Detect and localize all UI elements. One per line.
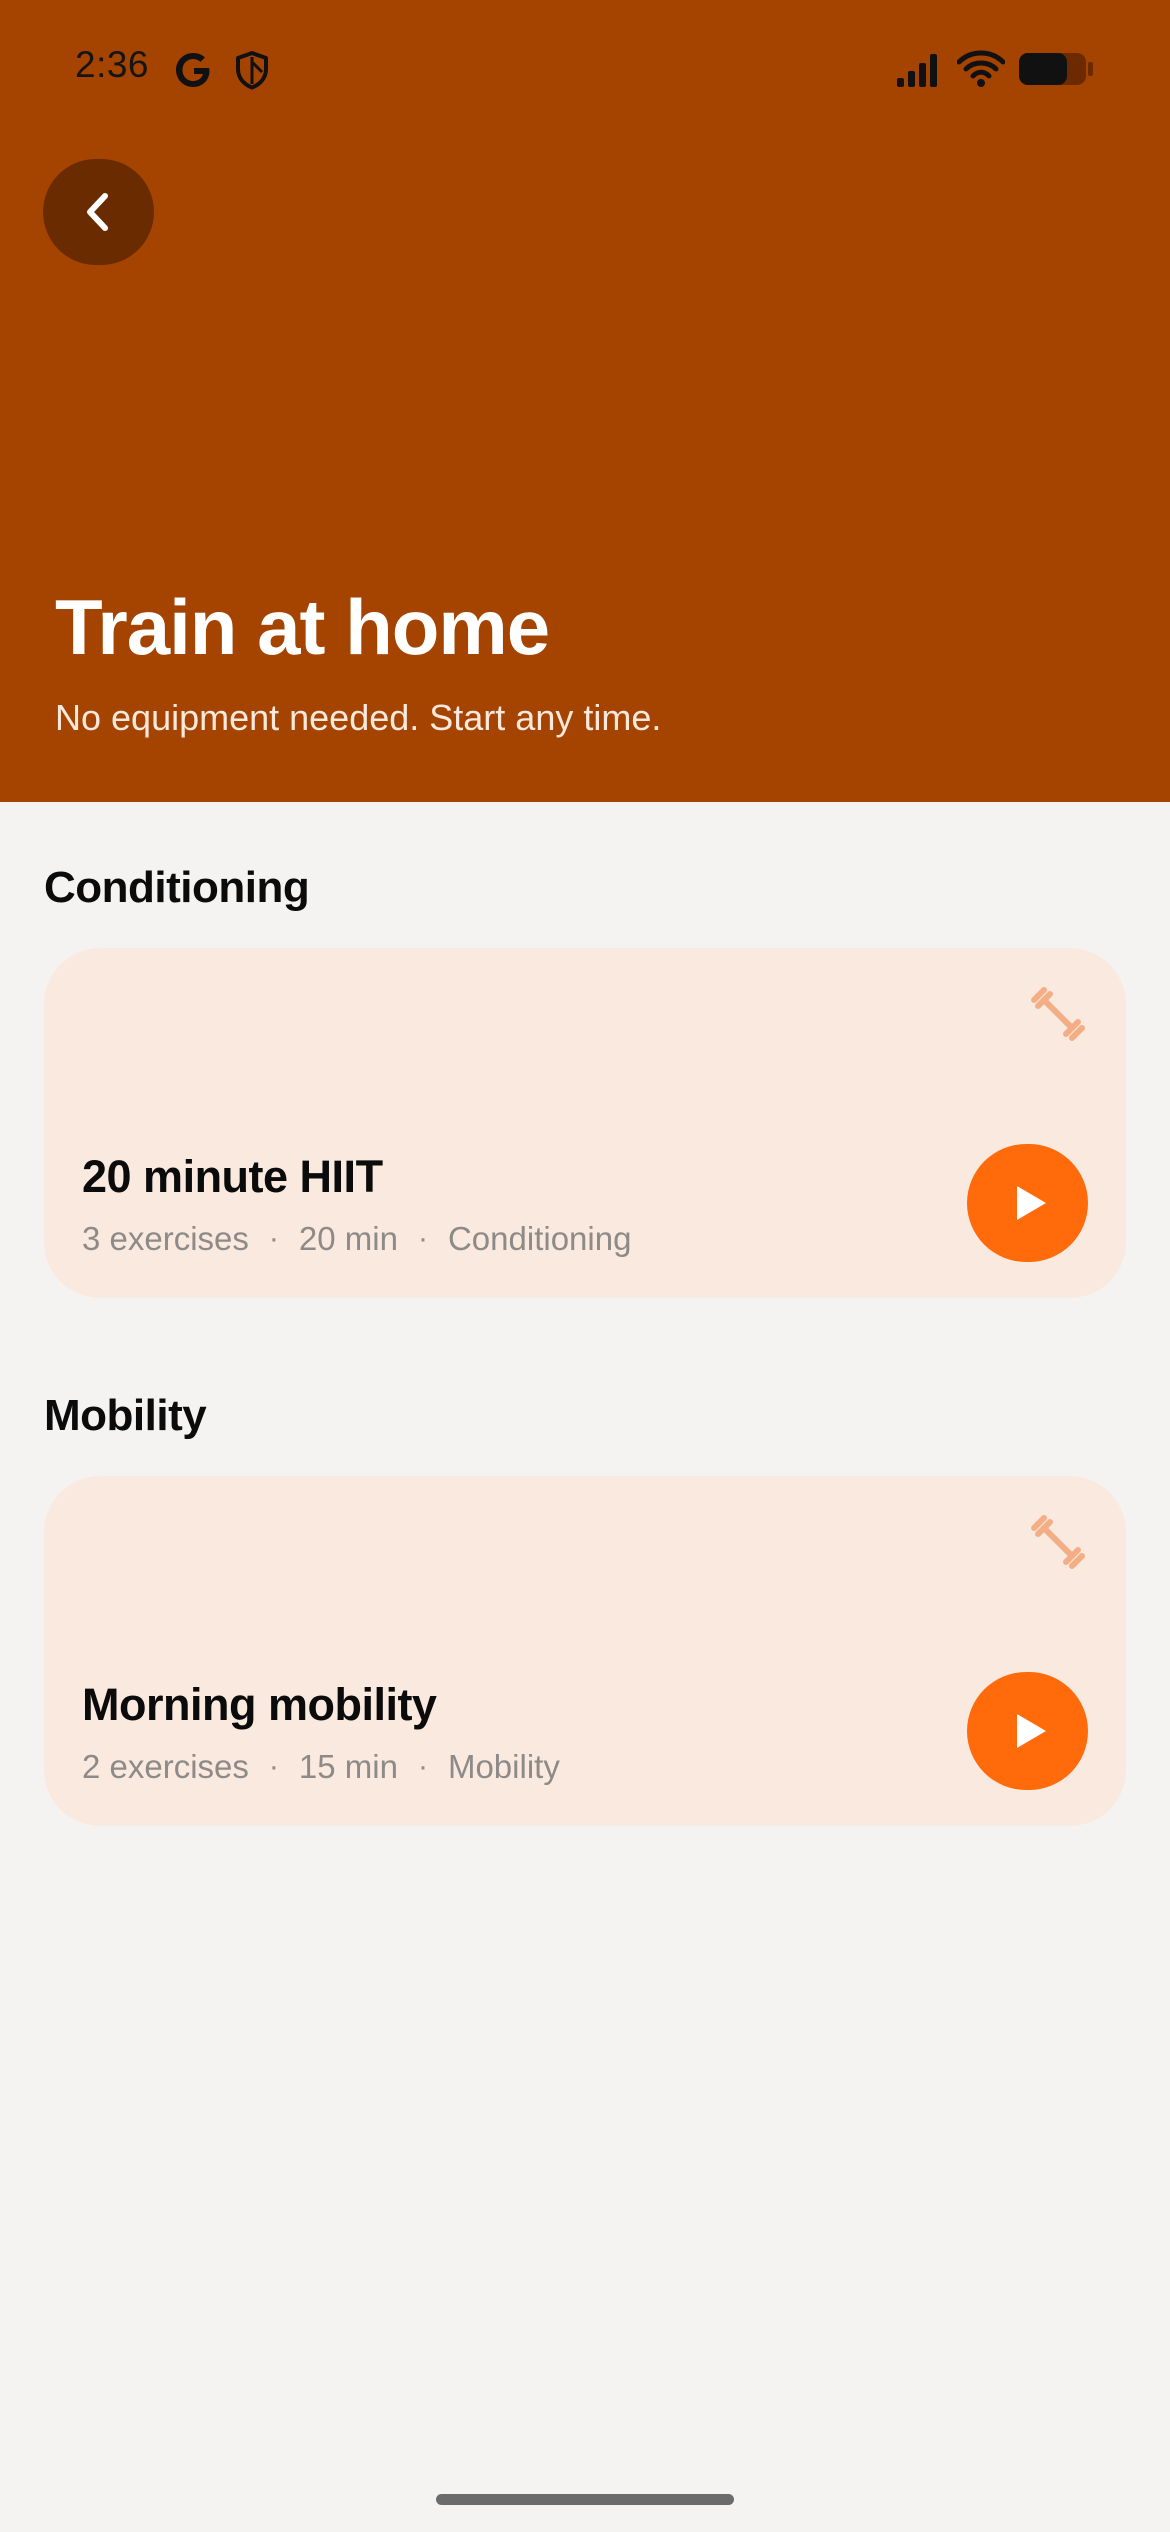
workout-category: Conditioning — [447, 1220, 632, 1257]
workout-card-hiit[interactable]: 20 minute HIIT 3 exercises · 20 min · Co… — [44, 948, 1126, 1298]
signal-icon — [897, 54, 937, 87]
status-bar: 2:36 — [0, 0, 1170, 140]
status-time: 2:36 — [75, 44, 150, 85]
play-icon — [1016, 1714, 1046, 1748]
meta-separator: · — [417, 1750, 428, 1783]
workout-category: Mobility — [447, 1748, 560, 1785]
workout-meta: 3 exercises · 20 min · Conditioning — [82, 1220, 631, 1258]
home-indicator[interactable] — [436, 2494, 734, 2505]
workout-exercises: 3 exercises — [82, 1220, 249, 1257]
workout-title: Morning mobility — [82, 1679, 437, 1730]
workout-meta: 2 exercises · 15 min · Mobility — [82, 1748, 560, 1786]
section-title-mobility: Mobility — [44, 1391, 207, 1440]
workout-title: 20 minute HIIT — [82, 1151, 383, 1202]
play-button[interactable] — [967, 1144, 1088, 1262]
workout-exercises: 2 exercises — [82, 1748, 249, 1785]
hero-header: 2:36 Train at home No equipment needed. … — [0, 0, 1170, 802]
workout-card-mobility[interactable]: Morning mobility 2 exercises · 15 min · … — [44, 1476, 1126, 1826]
meta-separator: · — [417, 1222, 428, 1255]
wifi-icon — [957, 50, 1005, 87]
chevron-left-icon — [86, 193, 108, 231]
page-subtitle: No equipment needed. Start any time. — [55, 697, 662, 738]
play-icon — [1016, 1186, 1046, 1220]
back-button[interactable] — [43, 159, 154, 265]
section-title-conditioning: Conditioning — [44, 863, 310, 912]
dumbbell-icon — [1031, 987, 1085, 1041]
meta-separator: · — [268, 1750, 279, 1783]
battery-icon — [1019, 53, 1093, 85]
workout-duration: 15 min — [298, 1748, 398, 1785]
workout-duration: 20 min — [298, 1220, 398, 1257]
dumbbell-icon — [1031, 1515, 1085, 1569]
google-icon — [176, 53, 210, 87]
meta-separator: · — [268, 1222, 279, 1255]
shield-icon — [236, 51, 268, 90]
play-button[interactable] — [967, 1672, 1088, 1790]
page-title: Train at home — [55, 583, 550, 671]
